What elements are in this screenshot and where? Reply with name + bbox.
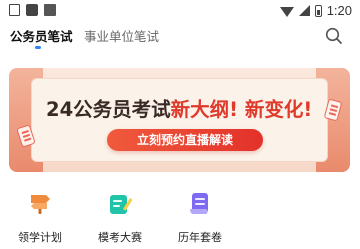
- headline-part2: 新大纲! 新变化!: [170, 98, 313, 121]
- banner-headline: 24公务员考试新大纲! 新变化!: [46, 93, 312, 122]
- headline-part1: 24公务员考试: [46, 98, 171, 121]
- active-tab-indicator: [35, 46, 41, 49]
- signal-icon: [298, 5, 310, 16]
- status-time: 1:20: [326, 3, 352, 18]
- status-right-icons: 1:20: [279, 3, 352, 18]
- status-bar: 1:20: [0, 0, 360, 22]
- search-icon[interactable]: [325, 27, 343, 45]
- promo-banner[interactable]: 24公务员考试新大纲! 新变化! 立刻预约直播解读: [9, 68, 350, 172]
- shortcut-label: 领学计划: [18, 231, 62, 244]
- sim-icon: [26, 4, 38, 16]
- battery-icon: [314, 4, 322, 17]
- scroll-icon: [190, 193, 208, 214]
- image-icon: [9, 4, 20, 16]
- shortcut-past-papers[interactable]: 历年套卷: [170, 190, 230, 245]
- shortcut-mock-exam[interactable]: 模考大赛: [90, 190, 150, 245]
- pencil-paper-icon: [110, 195, 133, 214]
- status-left-icons: [9, 4, 56, 16]
- wifi-icon: [279, 6, 294, 17]
- live-reservation-button[interactable]: 立刻预约直播解读: [107, 129, 263, 151]
- shortcut-label: 模考大赛: [98, 231, 142, 244]
- tab-bar: 公务员笔试 事业单位笔试: [0, 24, 360, 50]
- font-icon: [44, 4, 56, 16]
- signpost-icon: [31, 195, 50, 214]
- shortcut-study-plan[interactable]: 领学计划: [10, 190, 70, 245]
- tab-civil-servant-exam[interactable]: 公务员笔试: [10, 26, 73, 45]
- tab-public-institution-exam[interactable]: 事业单位笔试: [84, 26, 159, 45]
- shortcut-label: 历年套卷: [178, 231, 222, 244]
